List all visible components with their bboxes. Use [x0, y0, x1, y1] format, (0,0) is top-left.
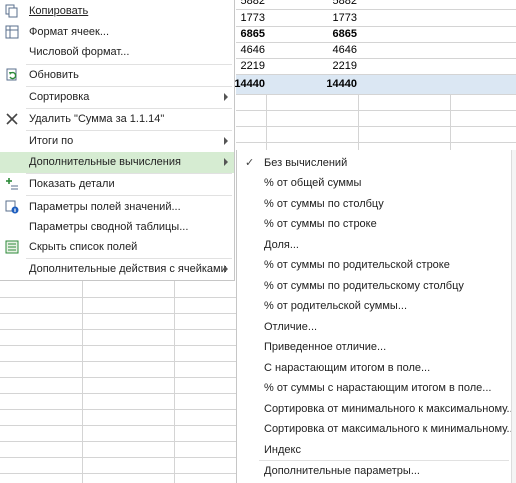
refresh-icon [5, 68, 19, 82]
menu-item-label: Параметры полей значений... [29, 201, 181, 213]
field-list-icon [5, 240, 19, 254]
cell-value[interactable]: 5882 [307, 0, 357, 7]
submenu-item-label: Без вычислений [264, 157, 348, 169]
show-details-icon [5, 177, 19, 191]
submenu-item-percent-of-parent-column[interactable]: % от суммы по родительскому столбцу [237, 276, 511, 296]
grand-total-row-highlight [236, 74, 516, 94]
submenu-item-percent-of-parent-total[interactable]: % от родительской суммы... [237, 296, 511, 316]
submenu-item-label: Дополнительные параметры... [264, 465, 420, 477]
context-menu: Копировать Формат ячеек... Числовой форм… [0, 0, 235, 281]
menu-item-label: Копировать [29, 5, 89, 17]
cell-value[interactable]: 6865 [307, 28, 357, 40]
submenu-item-rank-largest-to-smallest[interactable]: Сортировка от максимального к минимально… [237, 419, 516, 439]
menu-item-hide-field-list[interactable]: Скрыть список полей [0, 237, 234, 258]
menu-item-label: Числовой формат... [29, 46, 130, 58]
menu-item-label: Обновить [29, 69, 79, 81]
menu-item-show-values-as[interactable]: Дополнительные вычисления [0, 152, 234, 173]
format-cells-icon [5, 25, 19, 39]
chevron-right-icon [224, 93, 228, 101]
submenu-item-label: % от общей суммы [264, 177, 362, 189]
menu-item-label: Итоги по [29, 135, 74, 147]
menu-item-value-field-settings[interactable]: Параметры полей значений... [0, 197, 234, 218]
menu-item-label: Скрыть список полей [29, 241, 138, 253]
menu-item-format-cells[interactable]: Формат ячеек... [0, 22, 234, 43]
submenu-item-more-options[interactable]: Дополнительные параметры... [237, 461, 511, 481]
menu-item-label: Сортировка [29, 91, 90, 103]
menu-item-label: Параметры сводной таблицы... [29, 221, 189, 233]
menu-item-label: Формат ячеек... [29, 26, 110, 38]
menu-item-remove-field[interactable]: Удалить "Сумма за 1.1.14" [0, 109, 234, 130]
chevron-right-icon [224, 158, 228, 166]
submenu-item-percent-of[interactable]: Доля... [237, 235, 511, 255]
submenu-item-difference-from[interactable]: Отличие... [237, 317, 511, 337]
menu-item-sort[interactable]: Сортировка [0, 87, 234, 108]
submenu-item-percent-of-row-total[interactable]: % от суммы по строке [237, 214, 511, 234]
show-values-as-submenu: ✓ Без вычислений % от общей суммы % от с… [236, 150, 516, 483]
cell-value[interactable]: 14440 [307, 78, 357, 90]
menu-item-number-format[interactable]: Числовой формат... [0, 42, 234, 63]
chevron-right-icon [224, 137, 228, 145]
submenu-shadow [511, 150, 516, 483]
submenu-item-percent-of-grand-total[interactable]: % от общей суммы [237, 173, 511, 193]
submenu-item-label: % от суммы по столбцу [264, 198, 384, 210]
submenu-item-label: Приведенное отличие... [264, 341, 387, 353]
submenu-item-no-calculation[interactable]: ✓ Без вычислений [237, 153, 511, 173]
menu-item-label: Удалить "Сумма за 1.1.14" [29, 113, 165, 125]
menu-separator [26, 195, 232, 196]
remove-x-icon [5, 112, 19, 126]
submenu-item-label: % от суммы по строке [264, 218, 377, 230]
menu-item-copy[interactable]: Копировать [0, 1, 234, 22]
submenu-item-label: % от суммы по родительской строке [264, 259, 450, 271]
submenu-item-label: Сортировка от минимального к максимально… [264, 403, 516, 415]
submenu-item-percent-running-total-in[interactable]: % от суммы с нарастающим итогом в поле..… [237, 378, 511, 398]
field-settings-icon [5, 200, 19, 214]
copy-icon [5, 4, 19, 18]
submenu-item-index[interactable]: Индекс [237, 440, 511, 460]
submenu-item-label: Отличие... [264, 321, 318, 333]
submenu-item-percent-of-column-total[interactable]: % от суммы по столбцу [237, 194, 511, 214]
submenu-item-percent-difference-from[interactable]: Приведенное отличие... [237, 337, 511, 357]
submenu-item-percent-of-parent-row[interactable]: % от суммы по родительской строке [237, 255, 511, 275]
menu-item-more-cell-actions[interactable]: Дополнительные действия с ячейками [0, 259, 234, 280]
submenu-item-label: С нарастающим итогом в поле... [264, 362, 431, 374]
check-icon: ✓ [245, 157, 255, 169]
submenu-item-label: % от суммы по родительскому столбцу [264, 280, 464, 292]
submenu-item-rank-smallest-to-largest[interactable]: Сортировка от минимального к максимально… [237, 399, 516, 419]
menu-item-summarize-by[interactable]: Итоги по [0, 131, 234, 152]
menu-item-label: Дополнительные вычисления [29, 156, 181, 168]
menu-item-show-details[interactable]: Показать детали [0, 174, 234, 195]
menu-item-refresh[interactable]: Обновить [0, 65, 234, 86]
submenu-item-label: % от родительской суммы... [264, 300, 408, 312]
menu-item-label: Показать детали [29, 178, 115, 190]
submenu-item-running-total-in[interactable]: С нарастающим итогом в поле... [237, 358, 511, 378]
submenu-item-label: % от суммы с нарастающим итогом в поле..… [264, 382, 492, 394]
cell-value[interactable]: 1773 [307, 12, 357, 24]
menu-item-label: Дополнительные действия с ячейками [29, 263, 227, 275]
submenu-item-label: Индекс [264, 444, 301, 456]
menu-item-pivot-options[interactable]: Параметры сводной таблицы... [0, 217, 234, 238]
submenu-item-label: Сортировка от максимального к минимально… [264, 423, 516, 435]
chevron-right-icon [224, 265, 228, 273]
submenu-item-label: Доля... [264, 239, 299, 251]
cell-value[interactable]: 4646 [307, 44, 357, 56]
cell-value[interactable]: 2219 [307, 60, 357, 72]
